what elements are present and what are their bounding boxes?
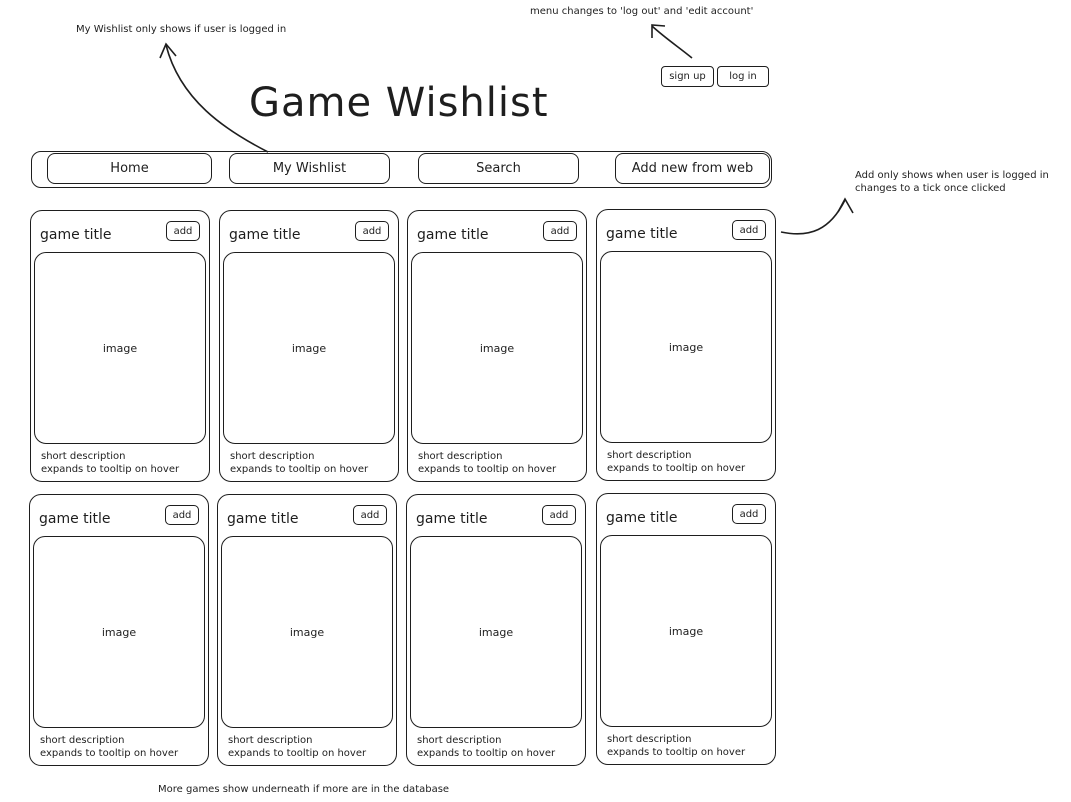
- game-image: image: [411, 252, 583, 444]
- game-image: image: [221, 536, 393, 728]
- nav-home[interactable]: Home: [47, 153, 212, 184]
- game-description: short description expands to tooltip on h…: [607, 449, 745, 475]
- game-card: game title add image short description expan…: [407, 210, 587, 482]
- short-description: short description: [228, 735, 313, 746]
- game-card: game title add image short description expan…: [596, 209, 776, 481]
- game-image: image: [600, 535, 772, 727]
- game-description: short description expands to tooltip on h…: [40, 734, 178, 760]
- game-card: game title add image short description expan…: [29, 494, 209, 766]
- add-button[interactable]: add: [353, 505, 387, 525]
- image-placeholder-label: image: [478, 625, 514, 639]
- short-description: short description: [40, 735, 125, 746]
- game-description: short description expands to tooltip on h…: [230, 450, 368, 476]
- game-description: short description expands to tooltip on h…: [607, 733, 745, 759]
- image-placeholder-label: image: [668, 340, 704, 354]
- nav-add-from-web[interactable]: Add new from web: [615, 153, 770, 184]
- add-button[interactable]: add: [165, 505, 199, 525]
- game-description: short description expands to tooltip on h…: [418, 450, 556, 476]
- add-tick-note: changes to a tick once clicked: [855, 183, 1006, 194]
- nav-my-wishlist[interactable]: My Wishlist: [229, 153, 390, 184]
- game-title: game title: [417, 227, 489, 243]
- page-title: Game Wishlist: [249, 80, 549, 126]
- add-button[interactable]: add: [166, 221, 200, 241]
- game-description: short description expands to tooltip on h…: [417, 734, 555, 760]
- add-visibility-note: Add only shows when user is logged in: [855, 170, 1049, 181]
- tooltip-hint: expands to tooltip on hover: [228, 748, 367, 759]
- game-title: game title: [416, 511, 488, 527]
- login-button[interactable]: log in: [717, 66, 769, 87]
- game-description: short description expands to tooltip on h…: [228, 734, 366, 760]
- image-placeholder-label: image: [289, 625, 325, 639]
- game-image: image: [34, 252, 206, 444]
- game-title: game title: [606, 510, 678, 526]
- game-card: game title add image short description expan…: [217, 494, 397, 766]
- menu-note-arrow: [651, 25, 693, 59]
- image-placeholder-label: image: [102, 341, 138, 355]
- game-image: image: [600, 251, 772, 443]
- add-button[interactable]: add: [355, 221, 389, 241]
- signup-button[interactable]: sign up: [661, 66, 714, 87]
- image-placeholder-label: image: [101, 625, 137, 639]
- add-button[interactable]: add: [543, 221, 577, 241]
- game-card: game title add image short description expan…: [30, 210, 210, 482]
- game-title: game title: [39, 511, 111, 527]
- game-image: image: [410, 536, 582, 728]
- game-image: image: [33, 536, 205, 728]
- short-description: short description: [417, 735, 502, 746]
- short-description: short description: [607, 734, 692, 745]
- image-placeholder-label: image: [668, 624, 704, 638]
- tooltip-hint: expands to tooltip on hover: [418, 464, 557, 475]
- tooltip-hint: expands to tooltip on hover: [41, 464, 180, 475]
- add-button[interactable]: add: [542, 505, 576, 525]
- short-description: short description: [418, 451, 503, 462]
- tooltip-hint: expands to tooltip on hover: [230, 464, 369, 475]
- wishlist-visibility-note: My Wishlist only shows if user is logged…: [76, 24, 287, 35]
- game-description: short description expands to tooltip on h…: [41, 450, 179, 476]
- game-title: game title: [40, 227, 112, 243]
- image-placeholder-label: image: [291, 341, 327, 355]
- game-image: image: [223, 252, 395, 444]
- game-title: game title: [227, 511, 299, 527]
- add-button[interactable]: add: [732, 504, 766, 524]
- menu-change-note: menu changes to 'log out' and 'edit acco…: [530, 6, 754, 17]
- game-card: game title add image short description expan…: [596, 493, 776, 765]
- short-description: short description: [41, 451, 126, 462]
- tooltip-hint: expands to tooltip on hover: [417, 748, 556, 759]
- add-button[interactable]: add: [732, 220, 766, 240]
- tooltip-hint: expands to tooltip on hover: [40, 748, 179, 759]
- image-placeholder-label: image: [479, 341, 515, 355]
- tooltip-hint: expands to tooltip on hover: [607, 463, 746, 474]
- game-card: game title add image short description expan…: [406, 494, 586, 766]
- game-title: game title: [606, 226, 678, 242]
- nav-search[interactable]: Search: [418, 153, 579, 184]
- more-games-note: More games show underneath if more are i…: [158, 784, 450, 795]
- short-description: short description: [607, 450, 692, 461]
- tooltip-hint: expands to tooltip on hover: [607, 747, 746, 758]
- game-card: game title add image short description expan…: [219, 210, 399, 482]
- short-description: short description: [230, 451, 315, 462]
- add-note-arrow: [780, 199, 846, 235]
- game-title: game title: [229, 227, 301, 243]
